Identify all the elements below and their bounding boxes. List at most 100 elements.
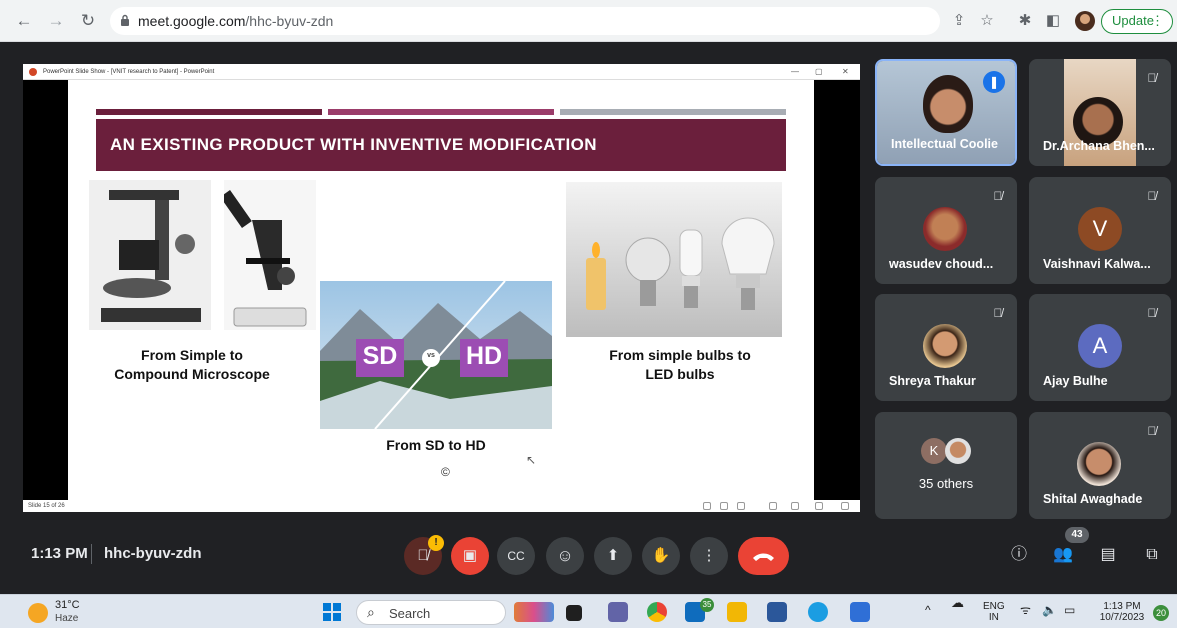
- chat-icon[interactable]: ▤: [1097, 544, 1119, 566]
- mail-badge: 35: [700, 598, 714, 612]
- presentation-stage: PowerPoint Slide Show - [VNIT research t…: [23, 64, 860, 512]
- sorter-view-icon[interactable]: [791, 502, 799, 510]
- taskbar-clock[interactable]: 1:13 PM 10/7/2023: [1094, 601, 1150, 623]
- mouse-cursor-icon: ↖: [526, 453, 537, 467]
- copyright-symbol: ©: [441, 465, 450, 479]
- windows-start-icon[interactable]: [322, 602, 342, 622]
- participant-tile[interactable]: 🎙̸ Dr.Archana Bhen...: [1029, 59, 1171, 166]
- lock-icon: [121, 14, 129, 26]
- mic-off-icon: 🎙̸: [993, 306, 1003, 320]
- search-icon: ⌕: [367, 604, 375, 620]
- compound-microscope-image: [224, 180, 316, 330]
- notification-badge[interactable]: 20: [1153, 605, 1169, 621]
- weather-description: Haze: [55, 613, 79, 624]
- participant-tile-others[interactable]: K 35 others: [875, 412, 1017, 519]
- emoji-icon: ☺: [556, 546, 574, 565]
- mic-off-icon: 🎙̸: [1147, 71, 1157, 85]
- address-bar[interactable]: meet.google.com/hhc-byuv-zdn: [110, 7, 940, 35]
- onedrive-icon[interactable]: ☁: [951, 596, 964, 609]
- slideshow-view-icon[interactable]: [841, 502, 849, 510]
- more-vert-icon: ⋮: [701, 547, 717, 564]
- caption-sd-hd: From SD to HD: [386, 437, 486, 453]
- speaking-indicator-icon: ❚: [983, 71, 1005, 93]
- avatar: A: [1078, 324, 1122, 368]
- update-button[interactable]: Update ⋮: [1101, 9, 1173, 34]
- stripe-3: [560, 109, 786, 115]
- mic-alert-badge: !: [428, 535, 444, 551]
- profile-avatar[interactable]: [1075, 11, 1095, 31]
- slide-title: AN EXISTING PRODUCT WITH INVENTIVE MODIF…: [96, 119, 786, 171]
- participant-tile[interactable]: 🎙̸ Shital Awaghade: [1029, 412, 1171, 519]
- language-indicator[interactable]: ENG IN: [983, 601, 1005, 623]
- meeting-info-icon[interactable]: ⓘ: [1008, 544, 1030, 566]
- participant-tile[interactable]: 🎙̸ wasudev choud...: [875, 177, 1017, 284]
- avatar: [1077, 442, 1121, 486]
- sd-label: SD: [362, 342, 398, 370]
- participant-tile[interactable]: 🎙̸ Shreya Thakur: [875, 294, 1017, 401]
- leave-call-button[interactable]: [738, 537, 789, 575]
- people-count-badge: 43: [1065, 527, 1089, 543]
- reload-icon[interactable]: ↻: [78, 11, 98, 31]
- forward-icon[interactable]: →: [46, 11, 66, 31]
- photos-icon[interactable]: [850, 602, 870, 622]
- activities-icon[interactable]: ⧉: [1141, 544, 1163, 566]
- back-icon[interactable]: ←: [14, 11, 34, 31]
- caption-microscope: From Simple to Compound Microscope: [114, 347, 270, 382]
- taskbar-search-box[interactable]: ⌕ Search: [356, 600, 506, 625]
- meeting-code: hhc-byuv-zdn: [104, 545, 202, 562]
- more-options-button[interactable]: ⋮: [690, 537, 728, 575]
- powerpoint-titlebar: PowerPoint Slide Show - [VNIT research t…: [23, 64, 860, 80]
- chrome-icon[interactable]: [647, 602, 667, 622]
- minimize-icon[interactable]: —: [791, 64, 799, 80]
- raise-hand-button[interactable]: ✋: [642, 537, 680, 575]
- teams-chat-icon[interactable]: [608, 602, 628, 622]
- volume-icon[interactable]: 🔈: [1042, 604, 1057, 616]
- participant-tile[interactable]: V 🎙̸ Vaishnavi Kalwa...: [1029, 177, 1171, 284]
- weather-icon[interactable]: [28, 603, 48, 623]
- captions-button[interactable]: CC: [497, 537, 535, 575]
- mic-off-icon: 🎙̸: [417, 547, 429, 564]
- participant-video: [923, 75, 973, 133]
- slide: AN EXISTING PRODUCT WITH INVENTIVE MODIF…: [68, 80, 814, 500]
- powerpoint-statusbar: Slide 15 of 26: [23, 500, 860, 512]
- extensions-icon[interactable]: ✱: [1016, 12, 1034, 30]
- wifi-icon[interactable]: ᯤ: [1020, 604, 1031, 616]
- participant-tile[interactable]: ❚ Intellectual Coolie: [875, 59, 1017, 166]
- restore-icon[interactable]: ▢: [815, 64, 823, 80]
- bookmark-star-icon[interactable]: ☆: [978, 12, 996, 30]
- word-icon[interactable]: [767, 602, 787, 622]
- avatar: V: [1078, 207, 1122, 251]
- participant-tile[interactable]: A 🎙̸ Ajay Bulhe: [1029, 294, 1171, 401]
- reading-view-icon[interactable]: [815, 502, 823, 510]
- divider: [91, 544, 92, 564]
- close-icon[interactable]: ✕: [842, 64, 849, 80]
- file-explorer-icon[interactable]: [727, 602, 747, 622]
- next-slide-icon[interactable]: [737, 502, 745, 510]
- hand-icon: ✋: [651, 547, 671, 564]
- normal-view-icon[interactable]: [769, 502, 777, 510]
- powerpoint-icon: [29, 68, 37, 76]
- widgets-icon[interactable]: [514, 602, 554, 622]
- weather-temperature: 31°C: [55, 599, 80, 611]
- browser-toolbar: ← → ↻ meet.google.com/hhc-byuv-zdn ⇪ ☆ ✱…: [0, 0, 1177, 42]
- prev-slide-icon[interactable]: [703, 502, 711, 510]
- hang-up-icon: [753, 553, 774, 561]
- reactions-button[interactable]: ☺: [546, 537, 584, 575]
- meeting-time: 1:13 PM: [31, 545, 88, 562]
- mic-off-icon: 🎙̸: [993, 189, 1003, 203]
- avatar: [923, 324, 967, 368]
- tray-overflow-icon[interactable]: ^: [925, 604, 931, 616]
- task-view-icon[interactable]: [566, 605, 582, 621]
- share-icon[interactable]: ⇪: [950, 12, 968, 30]
- vs-label: vs: [427, 352, 435, 359]
- edge-icon[interactable]: [808, 602, 828, 622]
- battery-icon[interactable]: ▭: [1064, 604, 1075, 616]
- mic-off-icon: 🎙̸: [1147, 424, 1157, 438]
- slide-menu-icon[interactable]: [720, 502, 728, 510]
- closed-captions-icon: CC: [507, 549, 525, 563]
- mic-off-icon: 🎙̸: [1147, 306, 1157, 320]
- camera-toggle-button[interactable]: ▣: [451, 537, 489, 575]
- side-panel-icon[interactable]: ◧: [1044, 12, 1062, 30]
- present-button[interactable]: ⬆: [594, 537, 632, 575]
- people-icon[interactable]: 👥: [1052, 544, 1074, 566]
